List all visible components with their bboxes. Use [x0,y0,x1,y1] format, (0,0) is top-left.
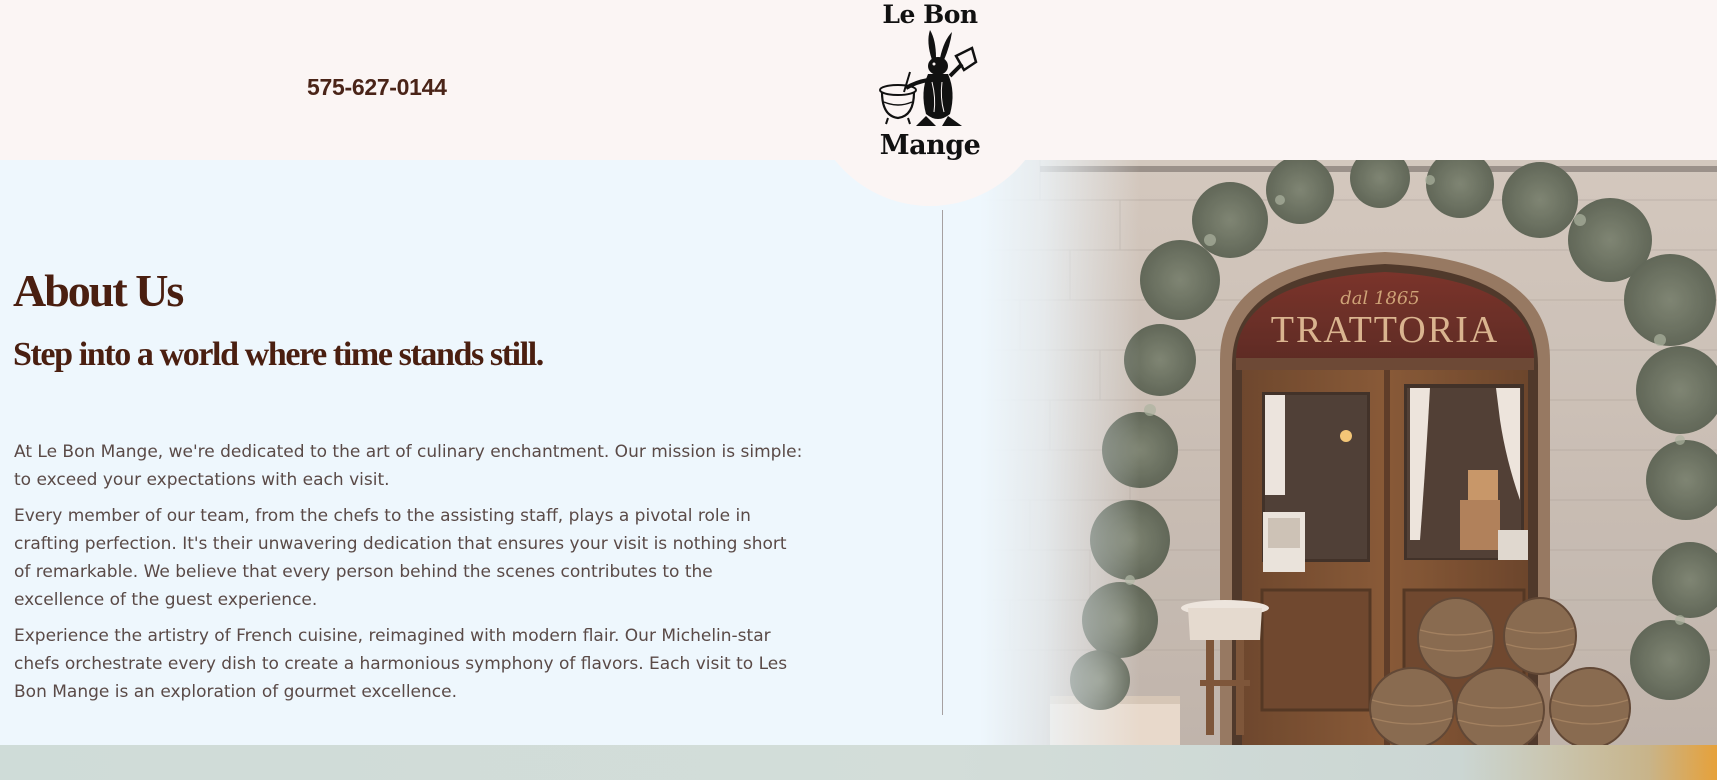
page: 575-627-0144 Le Bon Mange About Us Step … [0,0,1717,780]
about-subtitle: Step into a world where time stands stil… [13,336,544,373]
logo-text-bottom: Mange [879,130,981,161]
trattoria-photo: dal 1865 TRATTORIA [980,160,1717,745]
about-paragraph: At Le Bon Mange, we're dedicated to the … [14,442,803,490]
phone-number-link[interactable]: 575-627-0144 [307,74,447,101]
about-title: About Us [13,265,184,316]
next-section-preview [0,745,1717,780]
about-body: At Le Bon Mange, we're dedicated to the … [14,438,804,714]
vertical-divider [942,210,943,715]
rabbit-chef-icon [879,30,978,126]
logo-text-top: Le Bon [882,0,978,29]
about-paragraph: Experience the artistry of French cuisin… [14,626,788,702]
photo-fade-overlay [980,160,1140,745]
about-paragraph: Every member of our team, from the chefs… [14,506,787,610]
